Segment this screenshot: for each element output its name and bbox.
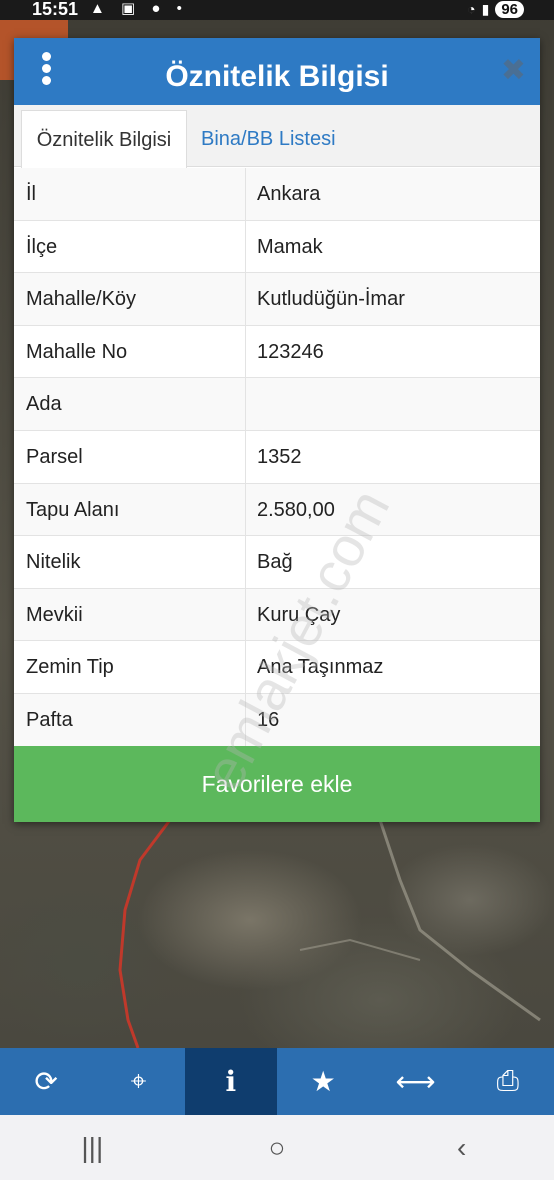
info-icon: i [225,1065,237,1098]
system-navigation-bar: ||| ○ ‹ [0,1115,554,1180]
recent-apps-button[interactable]: ||| [62,1132,122,1164]
table-row: İl Ankara [14,168,540,221]
table-row: Nitelik Bağ [14,536,540,589]
row-value: Bağ [257,551,293,574]
status-bar: 15:51 ▲ ▣ ● • ◔ ▮ 96 [0,0,554,20]
favorites-button[interactable]: ★ [277,1048,369,1115]
tab-attribute-info[interactable]: Öznitelik Bilgisi [21,110,187,168]
battery-indicator: 96 [495,0,524,18]
home-button[interactable]: ○ [247,1132,307,1164]
measure-button[interactable]: ⟷ [369,1048,461,1115]
star-icon: ★ [310,1066,336,1097]
row-label: Mevkii [14,588,246,641]
row-label: Mahalle No [14,325,246,378]
table-row: İlçe Mamak [14,220,540,274]
row-value: 2.580,00 [257,498,335,521]
back-button[interactable]: ‹ [432,1132,492,1164]
refresh-button[interactable]: ⟳ [0,1048,92,1115]
dialog-title: Öznitelik Bilgisi [165,60,389,93]
table-row: Tapu Alanı 2.580,00 [14,483,540,537]
row-label: Mahalle/Köy [14,273,246,325]
close-icon[interactable]: ✖ [501,56,526,86]
info-button[interactable]: i [184,1048,277,1115]
row-value: 16 [257,708,280,731]
row-label: İlçe [14,220,246,273]
table-row: Pafta 16 [14,693,540,747]
row-label: Nitelik [14,536,246,588]
row-value: 123246 [257,340,324,363]
add-to-favorites-button[interactable]: Favorilere ekle [14,746,540,822]
wifi-icon: ◔ [467,1,476,17]
row-label: Tapu Alanı [14,483,246,536]
status-time: 15:51 [32,0,79,19]
map-parcel-boundary [118,820,541,1048]
tab-building-list[interactable]: Bina/BB Listesi [189,110,348,168]
row-value: Mamak [257,235,323,258]
row-value: Kuru Çay [257,603,341,626]
row-label: İl [14,168,246,220]
status-indicators: ◔ ▮ 96 [467,0,524,18]
attribute-info-dialog: Öznitelik Bilgisi ✖ Öznitelik Bilgisi Bi… [14,38,540,822]
refresh-icon: ⟳ [34,1066,58,1097]
tab-bar: Öznitelik Bilgisi Bina/BB Listesi [14,105,540,168]
row-label: Parsel [14,430,246,483]
print-icon: ⎙ [496,1065,519,1096]
locate-icon: ⌖ [130,1065,147,1096]
row-value: Ana Taşınmaz [257,656,384,679]
row-value [246,378,540,430]
locate-button[interactable]: ⌖ [92,1048,184,1115]
row-value: Kutludüğün-İmar [257,288,405,311]
print-button[interactable]: ⎙ [462,1048,554,1115]
table-row: Mahalle/Köy Kutludüğün-İmar [14,273,540,326]
table-row: Mevkii Kuru Çay [14,588,540,642]
row-value: Ankara [257,183,321,205]
bottom-toolbar: ⟳ ⌖ i ★ ⟷ ⎙ [0,1048,554,1115]
row-label: Ada [14,378,246,430]
attribute-table: İl Ankara İlçe Mamak Mahalle/Köy Kutludü… [14,168,540,747]
row-label: Zemin Tip [14,641,246,693]
signal-icon: ▮ [481,1,490,17]
dialog-header: Öznitelik Bilgisi ✖ [14,38,540,105]
table-row: Ada [14,378,540,431]
notification-icons: ▲ ▣ ● • [90,0,188,17]
row-value: 1352 [257,445,302,468]
row-label: Pafta [14,693,246,746]
measure-icon: ⟷ [395,1066,436,1097]
table-row: Parsel 1352 [14,430,540,484]
table-row: Mahalle No 123246 [14,325,540,379]
table-row: Zemin Tip Ana Taşınmaz [14,641,540,694]
